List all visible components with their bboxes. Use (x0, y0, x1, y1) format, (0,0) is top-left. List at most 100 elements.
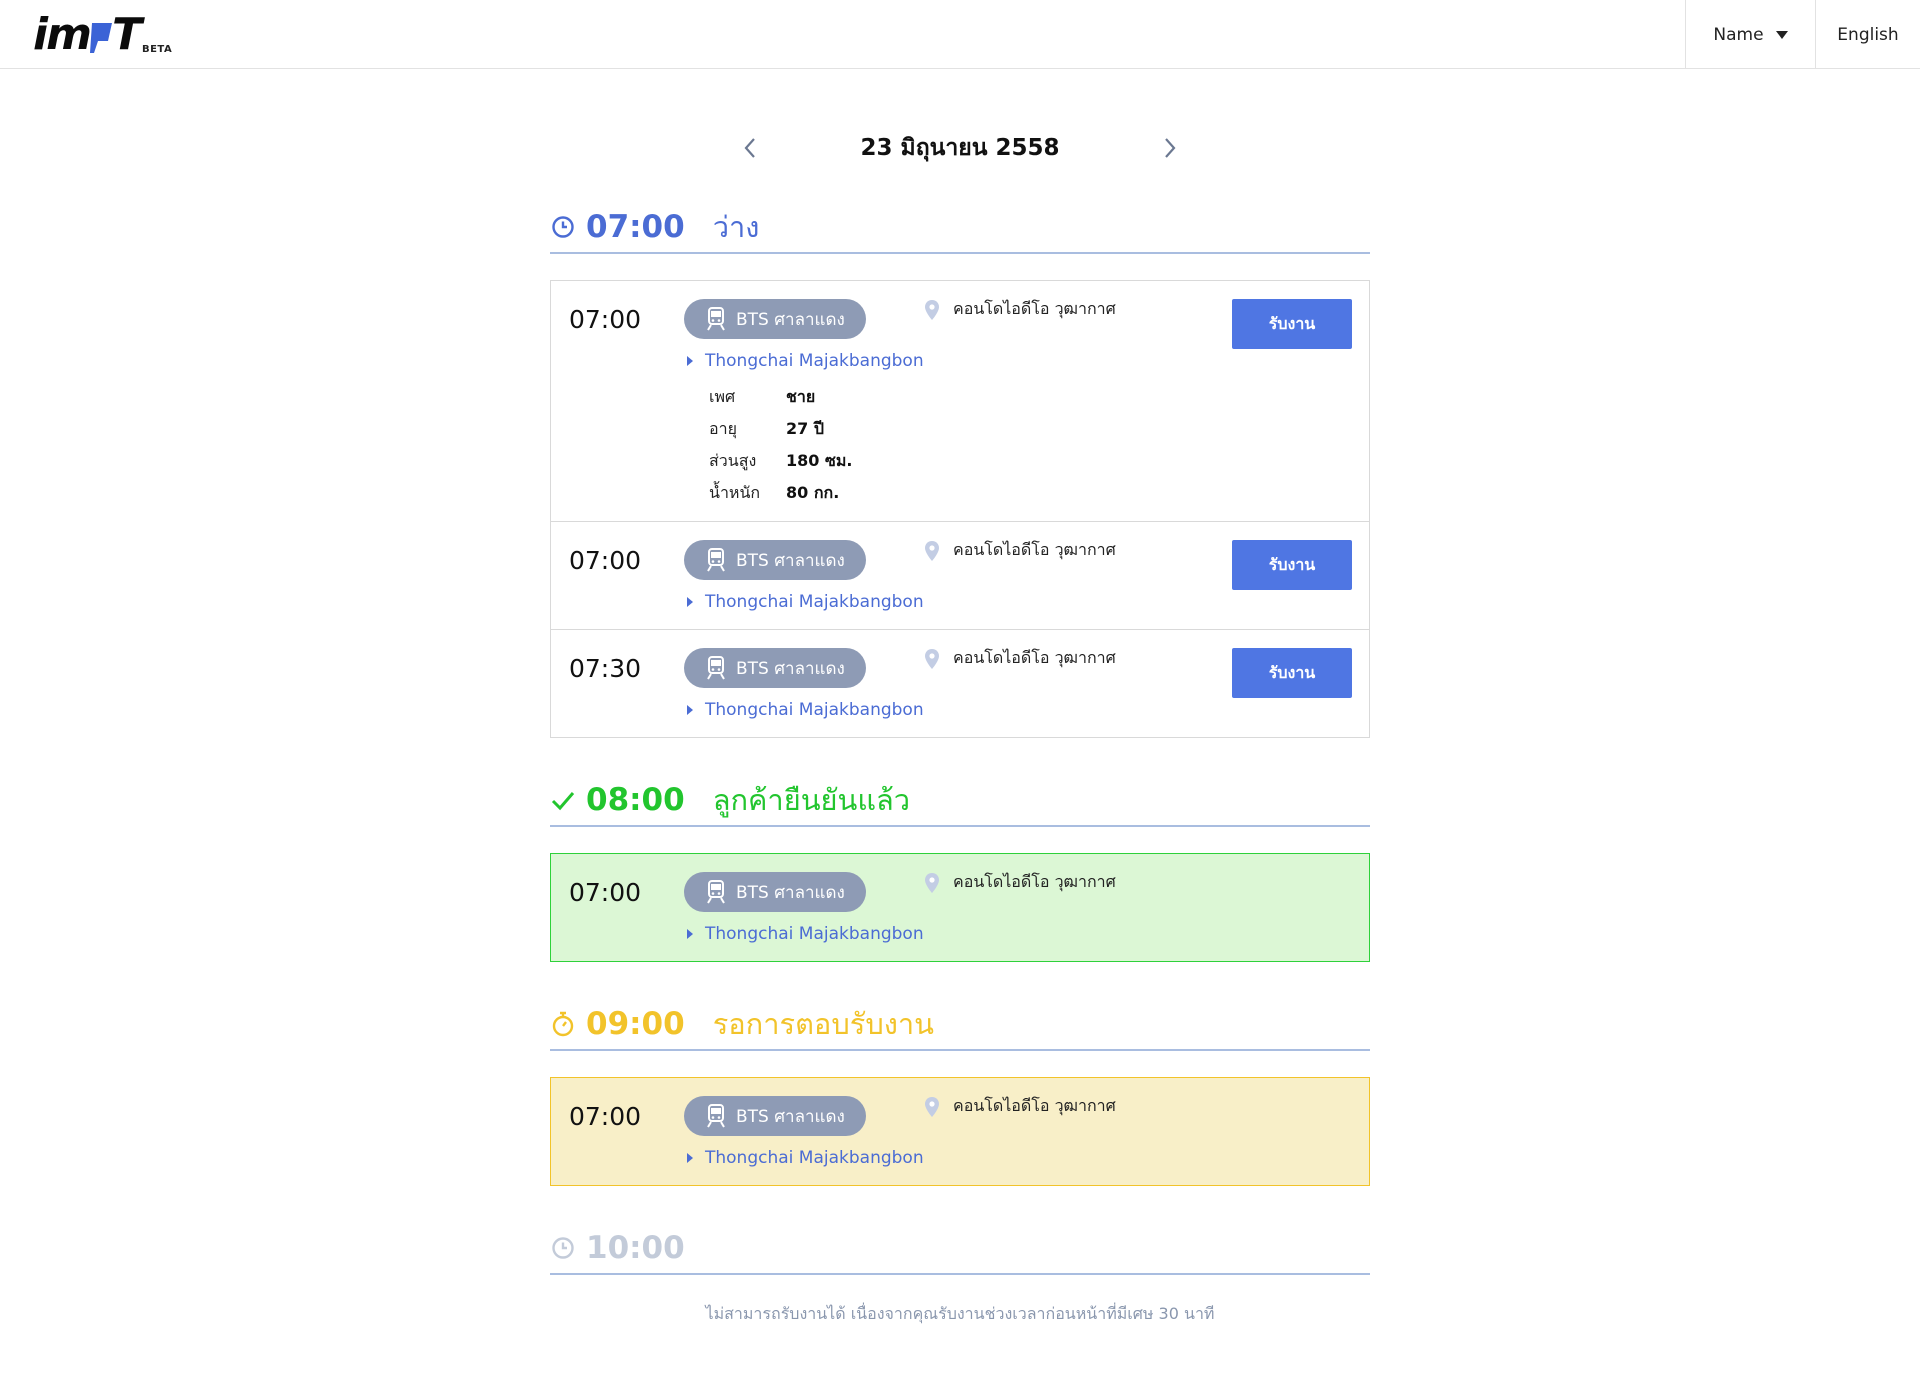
station-pill: BTS ศาลาแดง (684, 872, 866, 912)
trainer-name: Thongchai Majakbangbon (705, 700, 924, 720)
logo[interactable]: im T BETA (33, 13, 172, 57)
detail-row: เพศ ชาย (709, 381, 852, 413)
booking-time: 07:00 (569, 305, 642, 334)
map-pin-icon (925, 872, 939, 893)
booking-time: 07:00 (569, 1102, 642, 1131)
caret-right-icon (687, 929, 693, 939)
caret-right-icon (687, 1153, 693, 1163)
station-name: BTS ศาลาแดง (736, 882, 845, 903)
trainer-name: Thongchai Majakbangbon (705, 592, 924, 612)
train-icon (707, 880, 725, 904)
detail-value: 80 กก. (786, 482, 840, 502)
unavailable-note: ไม่สามารถรับงานได้ เนื่องจากคุณรับงานช่ว… (705, 1304, 1215, 1323)
train-icon (707, 1104, 725, 1128)
accept-job-button[interactable]: รับงาน (1232, 648, 1352, 698)
chevron-right-icon (1165, 138, 1176, 158)
trainer-link[interactable]: Thongchai Majakbangbon (687, 700, 924, 720)
section-header-disabled: 10:00 (550, 1223, 1370, 1275)
station-name: BTS ศาลาแดง (736, 550, 845, 571)
check-icon (550, 787, 576, 813)
booking-card[interactable]: 07:00 BTS ศาลาแดง Thongchai Majakbangbon… (551, 854, 1369, 961)
station-pill: BTS ศาลาแดง (684, 648, 866, 688)
station-pill: BTS ศาลาแดง (684, 299, 866, 339)
train-icon (707, 307, 725, 331)
detail-row: ส่วนสูง 180 ซม. (709, 445, 852, 477)
location-name: คอนโดไอดีโอ วุฒากาศ (953, 872, 1116, 891)
trainer-name: Thongchai Majakbangbon (705, 1148, 924, 1168)
trainer-link[interactable]: Thongchai Majakbangbon (687, 924, 924, 944)
detail-value: ชาย (786, 386, 816, 406)
detail-label: เพศ (709, 386, 736, 406)
stopwatch-icon (550, 1011, 576, 1037)
booking-card[interactable]: 07:00 BTS ศาลาแดง Thongchai Majakbangbon… (551, 522, 1369, 630)
location-name: คอนโดไอดีโอ วุฒากาศ (953, 648, 1116, 667)
detail-row: อายุ 27 ปี (709, 413, 852, 445)
map-pin-icon (925, 1096, 939, 1117)
location-name: คอนโดไอดีโอ วุฒากาศ (953, 540, 1116, 559)
chevron-left-icon (744, 138, 755, 158)
location: คอนโดไอดีโอ วุฒากาศ (925, 646, 1116, 671)
trainer-link[interactable]: Thongchai Majakbangbon (687, 592, 924, 612)
booking-time: 07:30 (569, 654, 642, 683)
detail-value: 180 ซม. (786, 450, 853, 470)
booking-card[interactable]: 07:00 BTS ศาลาแดง Thongchai Majakbangbon… (551, 1078, 1369, 1185)
location: คอนโดไอดีโอ วุฒากาศ (925, 538, 1116, 563)
detail-label: ส่วนสูง (709, 450, 757, 470)
station-name: BTS ศาลาแดง (736, 309, 845, 330)
booking-time: 07:00 (569, 546, 642, 575)
station-name: BTS ศาลาแดง (736, 1106, 845, 1127)
section-header-confirmed: 08:00 ลูกค้ายืนยันแล้ว (550, 775, 1370, 827)
detail-label: น้ำหนัก (709, 482, 761, 502)
logo-text-left: im (33, 9, 92, 60)
section-time: 08:00 (586, 782, 685, 818)
section-status-label: ว่าง (712, 210, 760, 244)
logo-text-right: T (111, 9, 142, 60)
detail-label: อายุ (709, 418, 737, 438)
station-pill: BTS ศาลาแดง (684, 540, 866, 580)
detail-row: น้ำหนัก 80 กก. (709, 477, 852, 509)
caret-down-icon (1775, 30, 1788, 39)
prev-date-button[interactable] (735, 133, 765, 163)
location-name: คอนโดไอดีโอ วุฒากาศ (953, 299, 1116, 318)
location: คอนโดไอดีโอ วุฒากาศ (925, 297, 1116, 322)
trainer-link[interactable]: Thongchai Majakbangbon (687, 1148, 924, 1168)
logo-beta-badge: BETA (141, 44, 173, 55)
accept-job-button[interactable]: รับงาน (1232, 299, 1352, 349)
map-pin-icon (925, 648, 939, 669)
section-status-label: ลูกค้ายืนยันแล้ว (712, 783, 911, 817)
booking-list-available: 07:00 BTS ศาลาแดง Thongchai Majakbangbon… (550, 280, 1370, 738)
date-title: 23 มิถุนายน 2558 (860, 135, 1060, 161)
location-name: คอนโดไอดีโอ วุฒากาศ (953, 1096, 1116, 1115)
booking-list-pending: 07:00 BTS ศาลาแดง Thongchai Majakbangbon… (550, 1077, 1370, 1186)
booking-card[interactable]: 07:00 BTS ศาลาแดง Thongchai Majakbangbon… (551, 281, 1369, 522)
user-name-label: Name (1713, 24, 1764, 45)
section-time: 07:00 (586, 209, 685, 245)
logo-pin-icon (88, 23, 114, 53)
trainer-name: Thongchai Majakbangbon (705, 924, 924, 944)
train-icon (707, 548, 725, 572)
section-time: 09:00 (586, 1006, 685, 1042)
trainer-link[interactable]: Thongchai Majakbangbon (687, 351, 924, 371)
caret-right-icon (687, 356, 693, 366)
date-navigator: 23 มิถุนายน 2558 (735, 128, 1185, 168)
detail-value: 27 ปี (786, 418, 824, 438)
booking-time: 07:00 (569, 878, 642, 907)
language-switch[interactable]: English (1815, 0, 1920, 69)
user-name-menu[interactable]: Name (1685, 0, 1815, 69)
booking-card[interactable]: 07:30 BTS ศาลาแดง Thongchai Majakbangbon… (551, 630, 1369, 737)
station-pill: BTS ศาลาแดง (684, 1096, 866, 1136)
accept-job-button[interactable]: รับงาน (1232, 540, 1352, 590)
section-status-label: รอการตอบรับงาน (712, 1007, 935, 1041)
customer-details: เพศ ชาย อายุ 27 ปี ส่วนสูง 180 ซม. น้ำหนัก 8… (709, 381, 852, 509)
station-name: BTS ศาลาแดง (736, 658, 845, 679)
train-icon (707, 656, 725, 680)
section-time: 10:00 (586, 1230, 685, 1266)
next-date-button[interactable] (1155, 133, 1185, 163)
caret-right-icon (687, 705, 693, 715)
clock-icon (550, 1235, 576, 1261)
section-header-available: 07:00 ว่าง (550, 202, 1370, 254)
location: คอนโดไอดีโอ วุฒากาศ (925, 1094, 1116, 1119)
map-pin-icon (925, 299, 939, 320)
map-pin-icon (925, 540, 939, 561)
clock-icon (550, 214, 576, 240)
